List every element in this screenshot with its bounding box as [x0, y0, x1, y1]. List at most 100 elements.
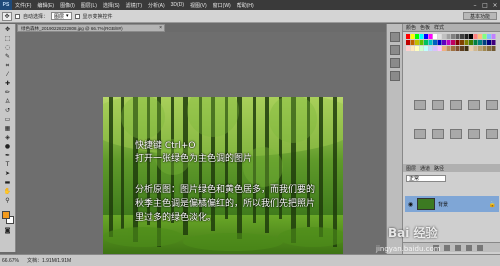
- move-tool-preset-icon[interactable]: ✥: [2, 11, 12, 21]
- swatch-cell[interactable]: [428, 34, 433, 39]
- eraser-tool-icon[interactable]: ▭: [2, 116, 14, 124]
- swatch-cell[interactable]: [419, 40, 424, 45]
- swatch-cell[interactable]: [455, 34, 460, 39]
- tab-swatches[interactable]: 色板: [420, 24, 430, 31]
- trash-icon[interactable]: [477, 244, 483, 251]
- swatch-cell[interactable]: [469, 34, 473, 39]
- swatch-cell[interactable]: [415, 34, 419, 39]
- swatch-cell[interactable]: [419, 34, 424, 39]
- swatch-cell[interactable]: [424, 34, 428, 39]
- document-tab[interactable]: 绿色森林_20190228222808.jpg @ 66.7%(RGB/8#) …: [17, 24, 165, 32]
- swatch-grid[interactable]: [406, 34, 498, 70]
- swatch-cell[interactable]: [460, 46, 464, 51]
- swatch-cell[interactable]: [446, 34, 451, 39]
- swatch-cell[interactable]: [428, 40, 433, 45]
- stamp-tool-icon[interactable]: ♙: [2, 98, 14, 106]
- swatch-cell[interactable]: [455, 46, 460, 51]
- menu-layer[interactable]: 图层(L): [78, 2, 100, 9]
- menu-image[interactable]: 图像(I): [57, 2, 78, 9]
- tab-paths[interactable]: 路径: [434, 165, 444, 172]
- swatch-cell[interactable]: [433, 46, 437, 51]
- minimize-icon[interactable]: –: [470, 0, 480, 10]
- swatch-cell[interactable]: [491, 40, 496, 45]
- swatch-cell[interactable]: [442, 46, 446, 51]
- swatch-cell[interactable]: [482, 34, 487, 39]
- menu-filter[interactable]: 滤镜(T): [123, 2, 145, 9]
- swatch-cell[interactable]: [487, 46, 491, 51]
- swatch-cell[interactable]: [455, 40, 460, 45]
- swatch-cell[interactable]: [410, 40, 415, 45]
- swatch-cell[interactable]: [419, 46, 424, 51]
- channel-mixer-adjust-icon[interactable]: [486, 129, 498, 139]
- menu-edit[interactable]: 编辑(E): [34, 2, 57, 9]
- forest-photo[interactable]: 快捷键 Ctrl+O 打开一张绿色为主色调的图片 分析原图：图片绿色和黄色居多，…: [103, 97, 343, 257]
- healing-tool-icon[interactable]: ✚: [2, 80, 14, 88]
- history-brush-icon[interactable]: ↺: [2, 107, 14, 115]
- swatch-cell[interactable]: [437, 40, 442, 45]
- zoom-level[interactable]: 66.67%: [2, 258, 19, 264]
- auto-select-dropdown[interactable]: 图层 ▾: [51, 12, 72, 20]
- move-tool-icon[interactable]: ✥: [2, 26, 14, 34]
- blur-tool-icon[interactable]: ◈: [2, 134, 14, 142]
- new-layer-icon[interactable]: [466, 244, 472, 251]
- menu-window[interactable]: 窗口(W): [210, 2, 234, 9]
- menu-analysis[interactable]: 分析(A): [145, 2, 168, 9]
- actions-panel-icon[interactable]: [389, 45, 400, 55]
- swatch-cell[interactable]: [433, 34, 437, 39]
- tab-channels[interactable]: 通道: [420, 165, 430, 172]
- swatch-cell[interactable]: [469, 46, 473, 51]
- swatch-cell[interactable]: [464, 34, 469, 39]
- brush-tool-icon[interactable]: ✏: [2, 89, 14, 97]
- show-transform-checkbox[interactable]: [74, 13, 80, 19]
- layer-style-icon[interactable]: [444, 244, 450, 251]
- eye-icon[interactable]: ◉: [407, 201, 414, 208]
- swatch-cell[interactable]: [451, 40, 455, 45]
- vibrance-adjust-icon[interactable]: [486, 100, 498, 110]
- bw-adjust-icon[interactable]: [450, 129, 462, 139]
- swatch-cell[interactable]: [478, 46, 482, 51]
- swatch-cell[interactable]: [433, 40, 437, 45]
- swatch-cell[interactable]: [473, 40, 478, 45]
- swatch-cell[interactable]: [451, 34, 455, 39]
- color-balance-adjust-icon[interactable]: [432, 129, 444, 139]
- menu-file[interactable]: 文件(F): [12, 2, 34, 9]
- auto-select-checkbox[interactable]: [15, 13, 20, 19]
- swatch-cell[interactable]: [410, 34, 415, 39]
- dodge-tool-icon[interactable]: ●: [2, 143, 14, 151]
- swatch-cell[interactable]: [487, 40, 491, 45]
- marquee-tool-icon[interactable]: ⬚: [2, 35, 14, 43]
- hand-tool-icon[interactable]: ✋: [2, 188, 14, 196]
- curves-adjust-icon[interactable]: [450, 100, 462, 110]
- menu-3d[interactable]: 3D(D): [168, 2, 187, 8]
- swatch-cell[interactable]: [406, 46, 410, 51]
- swatch-cell[interactable]: [415, 40, 419, 45]
- menu-view[interactable]: 视图(V): [187, 2, 210, 9]
- canvas-area[interactable]: 快捷键 Ctrl+O 打开一张绿色为主色调的图片 分析原图：图片绿色和黄色居多，…: [17, 32, 386, 257]
- pen-tool-icon[interactable]: ✒: [2, 152, 14, 160]
- swatch-cell[interactable]: [469, 40, 473, 45]
- swatch-cell[interactable]: [482, 46, 487, 51]
- foreground-color-swatch[interactable]: [1, 211, 10, 219]
- swatch-cell[interactable]: [406, 40, 410, 45]
- swatch-cell[interactable]: [410, 46, 415, 51]
- paragraph-panel-icon[interactable]: [389, 71, 400, 81]
- maximize-icon[interactable]: □: [480, 0, 490, 10]
- swatch-cell[interactable]: [442, 34, 446, 39]
- tab-layers[interactable]: 图层: [406, 165, 416, 172]
- shape-tool-icon[interactable]: ▬: [2, 179, 14, 187]
- swatch-cell[interactable]: [415, 46, 419, 51]
- swatch-cell[interactable]: [442, 40, 446, 45]
- zoom-tool-icon[interactable]: ⚲: [2, 197, 14, 205]
- swatch-cell[interactable]: [437, 46, 442, 51]
- swatch-cell[interactable]: [406, 34, 410, 39]
- tab-color[interactable]: 颜色: [406, 24, 416, 31]
- swatch-cell[interactable]: [437, 34, 442, 39]
- swatch-cell[interactable]: [451, 46, 455, 51]
- swatch-cell[interactable]: [478, 40, 482, 45]
- lasso-tool-icon[interactable]: ◌: [2, 44, 14, 52]
- brightness-adjust-icon[interactable]: [414, 100, 426, 110]
- swatch-cell[interactable]: [491, 34, 496, 39]
- swatch-cell[interactable]: [446, 40, 451, 45]
- color-swatches[interactable]: [1, 210, 15, 226]
- history-panel-icon[interactable]: [389, 32, 400, 42]
